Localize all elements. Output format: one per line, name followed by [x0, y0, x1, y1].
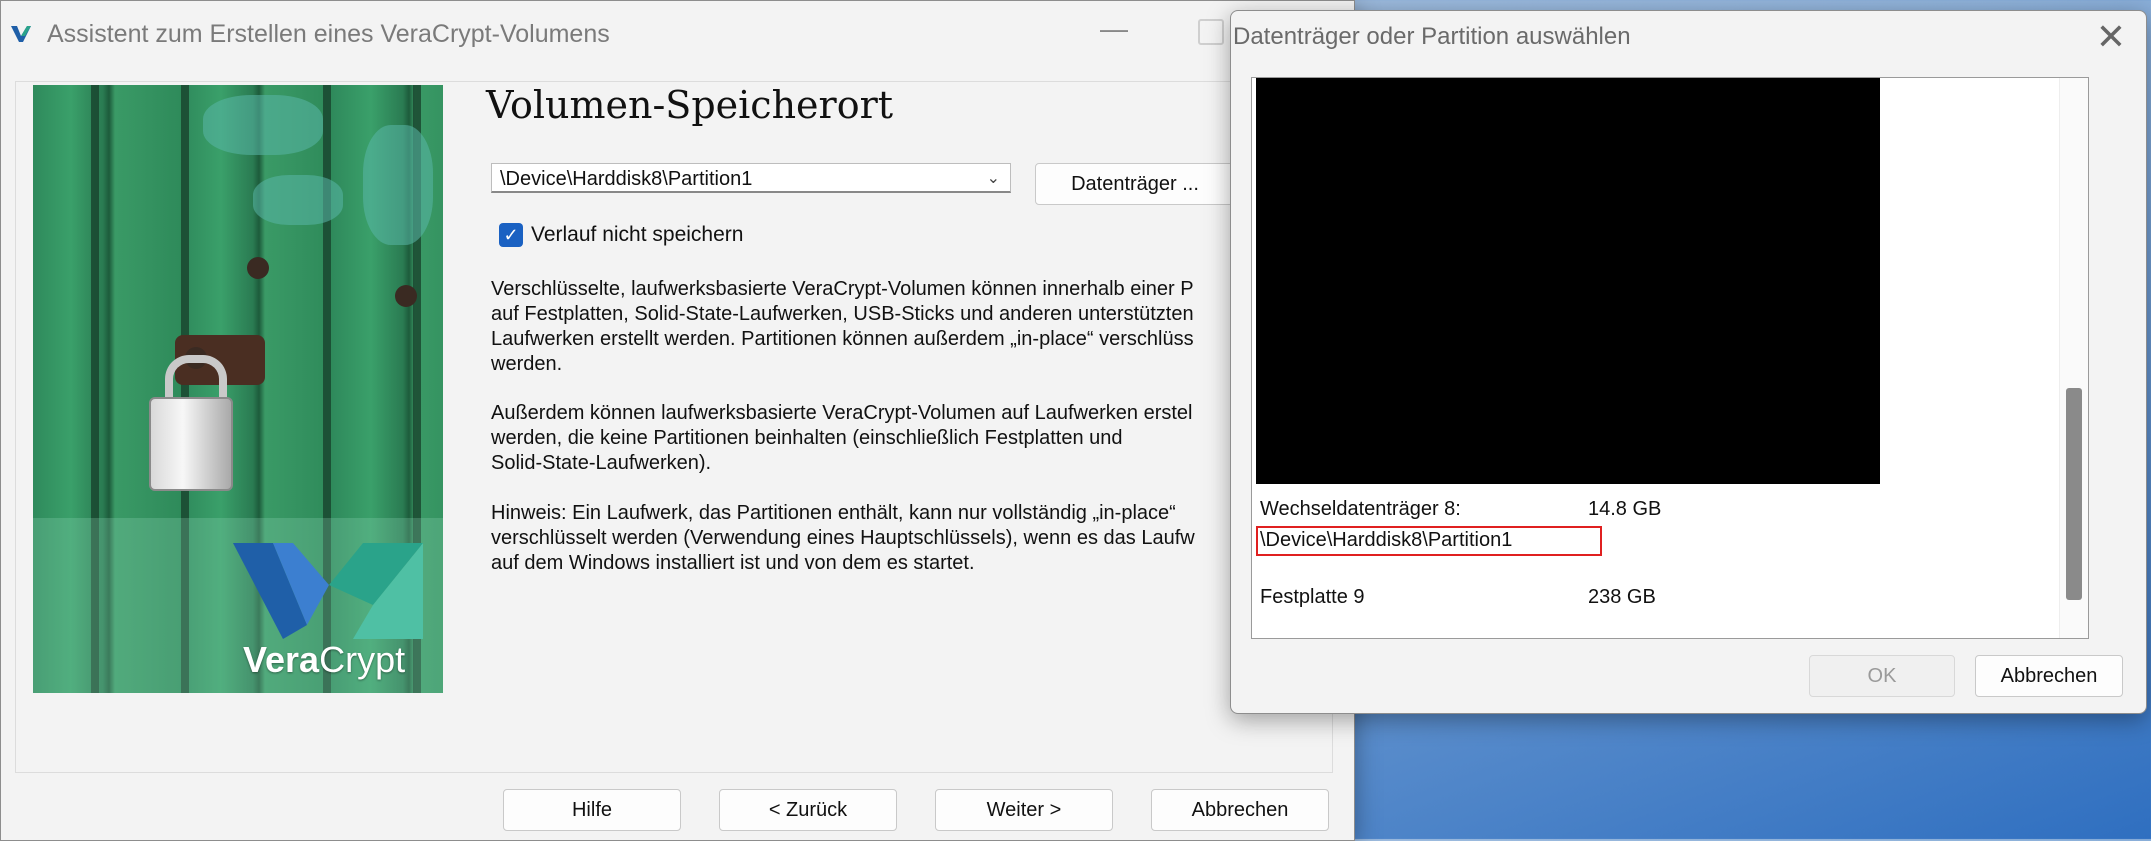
back-button[interactable]: < Zurück: [719, 789, 897, 831]
no-history-label: Verlauf nicht speichern: [531, 223, 744, 246]
info-paragraph-3: Hinweis: Ein Laufwerk, das Partitionen e…: [491, 502, 1195, 574]
dialog-titlebar[interactable]: Datenträger oder Partition auswählen ✕: [1231, 11, 2146, 63]
padlock-icon: [149, 397, 233, 491]
device-list[interactable]: Wechseldatenträger 8: 14.8 GB \Device\Ha…: [1251, 77, 2089, 639]
maximize-icon[interactable]: [1198, 19, 1224, 45]
info-paragraph-1: Verschlüsselte, laufwerksbasierte VeraCr…: [491, 278, 1194, 375]
select-device-dialog: Datenträger oder Partition auswählen ✕ W…: [1230, 10, 2147, 714]
redacted-list-area: [1256, 78, 1880, 484]
veracrypt-logo-text: VeraCrypt: [243, 639, 406, 680]
dialog-title: Datenträger oder Partition auswählen: [1233, 23, 1631, 50]
close-icon[interactable]: ✕: [2096, 19, 2126, 55]
scrollbar-thumb[interactable]: [2066, 388, 2082, 600]
veracrypt-banner-image: VeraCrypt: [33, 85, 443, 693]
volume-location-value: \Device\Harddisk8\Partition1: [500, 168, 753, 190]
scrollbar[interactable]: [2059, 78, 2088, 638]
checkmark-icon[interactable]: ✓: [499, 223, 523, 247]
veracrypt-icon: [9, 22, 33, 46]
volume-location-combobox[interactable]: \Device\Harddisk8\Partition1 ⌄: [491, 163, 1011, 193]
select-device-button[interactable]: Datenträger ...: [1035, 163, 1235, 205]
list-item[interactable]: Wechseldatenträger 8: 14.8 GB: [1260, 498, 1661, 521]
list-item-selected-partition[interactable]: \Device\Harddisk8\Partition1: [1256, 526, 1603, 556]
list-item[interactable]: Festplatte 9 238 GB: [1260, 586, 1656, 609]
wizard-title: Assistent zum Erstellen eines VeraCrypt-…: [47, 19, 610, 48]
cancel-button[interactable]: Abbrechen: [1151, 789, 1329, 831]
ok-button[interactable]: OK: [1809, 655, 1955, 697]
info-paragraph-2: Außerdem können laufwerksbasierte VeraCr…: [491, 402, 1193, 474]
wizard-window: Assistent zum Erstellen eines VeraCrypt-…: [0, 0, 1355, 841]
no-history-checkbox-row[interactable]: ✓ Verlauf nicht speichern: [499, 223, 743, 247]
minimize-icon[interactable]: —: [1094, 15, 1134, 51]
page-title: Volumen-Speicherort: [486, 83, 894, 127]
help-button[interactable]: Hilfe: [503, 789, 681, 831]
next-button[interactable]: Weiter >: [935, 789, 1113, 831]
dialog-cancel-button[interactable]: Abbrechen: [1975, 655, 2123, 697]
wizard-titlebar[interactable]: Assistent zum Erstellen eines VeraCrypt-…: [1, 1, 1354, 67]
veracrypt-logo-icon: [233, 543, 423, 639]
chevron-down-icon[interactable]: ⌄: [987, 164, 1000, 194]
